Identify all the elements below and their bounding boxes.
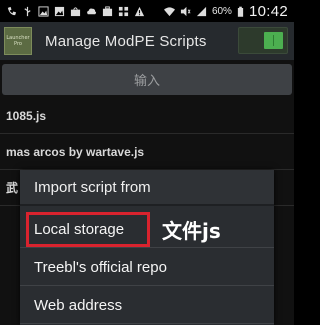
bag-icon bbox=[70, 6, 81, 16]
import-dialog: Import script from Local storage Treebl'… bbox=[20, 170, 274, 325]
highlight-box bbox=[26, 212, 150, 247]
clock: 10:42 bbox=[248, 2, 288, 20]
toggle-knob bbox=[264, 32, 283, 49]
app-logo-text-2: Pro bbox=[14, 41, 22, 47]
scripts-enabled-toggle[interactable] bbox=[238, 27, 288, 54]
page-title: Manage ModPE Scripts bbox=[45, 32, 207, 50]
briefcase-icon bbox=[102, 5, 113, 16]
status-icons bbox=[0, 5, 145, 17]
action-bar: Launcher Pro Manage ModPE Scripts bbox=[0, 22, 294, 60]
battery-icon bbox=[237, 6, 244, 17]
status-bar: 60% 10:42 bbox=[0, 0, 294, 22]
photo-icon bbox=[54, 6, 65, 16]
mute-icon bbox=[180, 6, 191, 16]
image-icon bbox=[38, 5, 49, 17]
script-item[interactable]: mas arcos by wartave.js bbox=[0, 134, 294, 170]
signal-icon bbox=[196, 6, 207, 16]
dialog-title: Import script from bbox=[20, 170, 274, 206]
phone-mute-icon bbox=[7, 6, 17, 15]
script-item[interactable]: 1085.js bbox=[0, 98, 294, 134]
grid-icon bbox=[118, 6, 129, 16]
wifi-icon bbox=[163, 6, 175, 16]
cloud-icon bbox=[87, 8, 97, 14]
status-right: 60% 10:42 bbox=[163, 0, 288, 22]
app-logo-icon[interactable]: Launcher Pro bbox=[4, 27, 32, 55]
option-web-address[interactable]: Web address bbox=[20, 288, 274, 324]
warning-icon bbox=[134, 6, 145, 16]
battery-percent: 60% bbox=[211, 5, 232, 17]
usb-icon bbox=[24, 6, 31, 16]
annotation-text: 文件js bbox=[162, 219, 221, 243]
option-official-repo[interactable]: Treebl's official repo bbox=[20, 250, 274, 286]
import-button[interactable]: 输入 bbox=[2, 64, 292, 95]
